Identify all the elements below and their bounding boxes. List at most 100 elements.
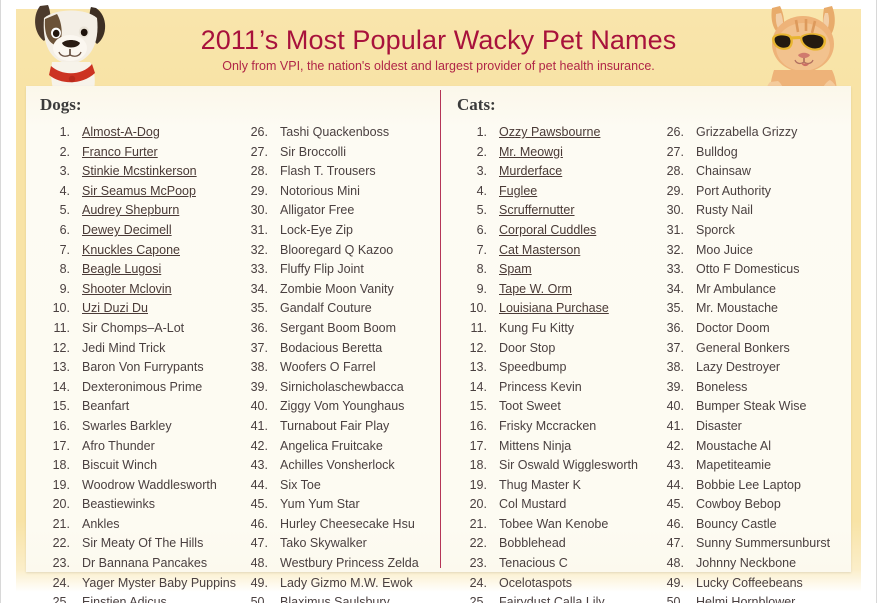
pet-name-link[interactable]: Spam — [487, 260, 532, 280]
pet-name-link[interactable]: Ozzy Pawsbourne — [487, 123, 600, 143]
list-item-rank: 5. — [476, 203, 487, 218]
list-item[interactable]: 4. Fuglee — [461, 182, 661, 202]
list-item-rank: 47. — [666, 536, 684, 551]
pet-name-label: Beanfart — [82, 399, 130, 414]
pet-name-link[interactable]: Almost-A-Dog — [70, 123, 160, 143]
pet-name-link[interactable]: Uzi Duzi Du — [70, 299, 148, 319]
list-item: 41. Turnabout Fair Play — [242, 417, 442, 437]
pet-name-label: Notorious Mini — [280, 183, 360, 198]
list-item[interactable]: 1. Almost-A-Dog — [44, 123, 244, 143]
pet-name-label: Ankles — [82, 516, 120, 531]
list-item-rank: 3. — [476, 164, 487, 179]
pet-name-link[interactable]: Murderface — [487, 162, 562, 182]
list-item[interactable]: 1. Ozzy Pawsbourne — [461, 123, 661, 143]
list-item: 31. Lock-Eye Zip — [242, 221, 442, 241]
pet-name-link[interactable]: Audrey Shepburn — [70, 201, 179, 221]
list-item[interactable]: 7. Knuckles Capone — [44, 241, 244, 261]
list-item-rank: 34. — [250, 281, 268, 296]
pet-name-link[interactable]: Mr. Meowgi — [487, 143, 563, 163]
list-item[interactable]: 9. Tape W. Orm — [461, 280, 661, 300]
list-item[interactable]: 8. Beagle Lugosi — [44, 260, 244, 280]
pet-name-label: Alligator Free — [280, 203, 355, 218]
list-item-rank: 48. — [666, 556, 684, 571]
list-item[interactable]: 2. Franco Furter — [44, 143, 244, 163]
list-item: 28. Chainsaw — [658, 162, 853, 182]
pet-name-link[interactable]: Dewey Decimell — [70, 221, 172, 241]
pet-name-label: Cowboy Bebop — [696, 497, 781, 512]
pet-name-link[interactable]: Knuckles Capone — [70, 241, 180, 261]
list-item: 33. Otto F Domesticus — [658, 260, 853, 280]
dogs-section: Dogs: 1. Almost-A-Dog 2. Franco Furter 3. Sti… — [26, 86, 440, 603]
pet-name-label: Woodrow Waddlesworth — [82, 477, 217, 492]
list-item[interactable]: 7. Cat Masterson — [461, 241, 661, 261]
list-item-rank: 47. — [250, 536, 268, 551]
dogs-column-2: 26. Tashi Quackenboss 27. Sir Broccolli 28. F… — [242, 123, 442, 603]
list-item-rank: 38. — [666, 360, 684, 375]
pet-name-link[interactable]: Beagle Lugosi — [70, 260, 161, 280]
list-item-rank: 26. — [250, 125, 268, 139]
list-item[interactable]: 2. Mr. Meowgi — [461, 143, 661, 163]
list-item[interactable]: 8. Spam — [461, 260, 661, 280]
pet-name-label: Moo Juice — [696, 242, 753, 257]
list-item-rank: 16. — [469, 418, 487, 433]
list-item-rank: 2. — [59, 144, 70, 159]
pet-name-link[interactable]: Louisiana Purchase — [487, 299, 609, 319]
list-item[interactable]: 6. Corporal Cuddles — [461, 221, 661, 241]
pet-name-label: Swarles Barkley — [82, 418, 172, 433]
cats-list-1: 1. Ozzy Pawsbourne 2. Mr. Meowgi 3. Murderfac… — [461, 123, 661, 603]
list-item-rank: 34. — [666, 281, 684, 296]
pet-name-link[interactable]: Franco Furter — [70, 143, 158, 163]
pet-name-link[interactable]: Shooter Mclovin — [70, 280, 172, 300]
list-item[interactable]: 4. Sir Seamus McPoop — [44, 182, 244, 202]
list-item[interactable]: 5. Scruffernutter — [461, 201, 661, 221]
pet-name-link[interactable]: Stinkie Mcstinkerson — [70, 162, 197, 182]
pet-name-label: Blaximus Saulsbury — [280, 595, 390, 603]
list-item: 26. Grizzabella Grizzy — [658, 123, 853, 143]
list-item: 37. General Bonkers — [658, 339, 853, 359]
poster-header: 2011’s Most Popular Wacky Pet Names Only… — [16, 9, 861, 89]
list-item: 18. Biscuit Winch — [44, 456, 244, 476]
list-item[interactable]: 5. Audrey Shepburn — [44, 201, 244, 221]
dogs-column-1: 1. Almost-A-Dog 2. Franco Furter 3. Stinkie M… — [44, 123, 244, 603]
list-item[interactable]: 3. Stinkie Mcstinkerson — [44, 162, 244, 182]
pet-name-label: Bulldog — [696, 144, 738, 159]
list-item-rank: 49. — [666, 575, 684, 590]
list-item: 24. Yager Myster Baby Puppins — [44, 574, 244, 594]
list-item-rank: 39. — [666, 379, 684, 394]
pet-name-link[interactable]: Tape W. Orm — [487, 280, 572, 300]
pet-name-label: Mr. Moustache — [696, 301, 778, 316]
list-item-rank: 43. — [250, 458, 268, 473]
list-item: 14. Princess Kevin — [461, 378, 661, 398]
pet-name-link[interactable]: Cat Masterson — [487, 241, 580, 261]
pet-name-label: Flash T. Trousers — [280, 164, 376, 179]
list-item-rank: 30. — [250, 203, 268, 218]
pet-name-label: Dr Bannana Pancakes — [82, 556, 208, 571]
list-item[interactable]: 10. Uzi Duzi Du — [44, 299, 244, 319]
pet-name-label: Turnabout Fair Play — [280, 418, 390, 433]
list-item-rank: 46. — [250, 516, 268, 531]
dogs-list-2: 26. Tashi Quackenboss 27. Sir Broccolli 28. F… — [242, 123, 442, 603]
list-item[interactable]: 3. Murderface — [461, 162, 661, 182]
list-item-rank: 10. — [52, 301, 70, 316]
list-item[interactable]: 10. Louisiana Purchase — [461, 299, 661, 319]
list-item: 25. Fairydust Calla Lily — [461, 593, 661, 603]
pet-name-label: Lady Gizmo M.W. Ewok — [280, 575, 413, 590]
list-item-rank: 36. — [666, 320, 684, 335]
cats-column-1: 1. Ozzy Pawsbourne 2. Mr. Meowgi 3. Murderfac… — [461, 123, 661, 603]
list-item[interactable]: 9. Shooter Mclovin — [44, 280, 244, 300]
pet-name-link[interactable]: Scruffernutter — [487, 201, 575, 221]
pet-name-label: Rusty Nail — [696, 203, 753, 218]
dogs-heading: Dogs: — [40, 95, 82, 114]
list-item-rank: 23. — [52, 556, 70, 571]
pet-name-link[interactable]: Corporal Cuddles — [487, 221, 596, 241]
pet-name-label: Bobblehead — [499, 536, 566, 551]
pet-name-link[interactable]: Sir Seamus McPoop — [70, 182, 196, 202]
list-item: 13. Speedbump — [461, 358, 661, 378]
list-item-rank: 33. — [666, 262, 684, 277]
list-item: 11. Kung Fu Kitty — [461, 319, 661, 339]
list-item-rank: 32. — [666, 242, 684, 257]
pet-name-link[interactable]: Fuglee — [487, 182, 537, 202]
list-item: 28. Flash T. Trousers — [242, 162, 442, 182]
pet-name-label: Sergant Boom Boom — [280, 320, 397, 335]
list-item[interactable]: 6. Dewey Decimell — [44, 221, 244, 241]
